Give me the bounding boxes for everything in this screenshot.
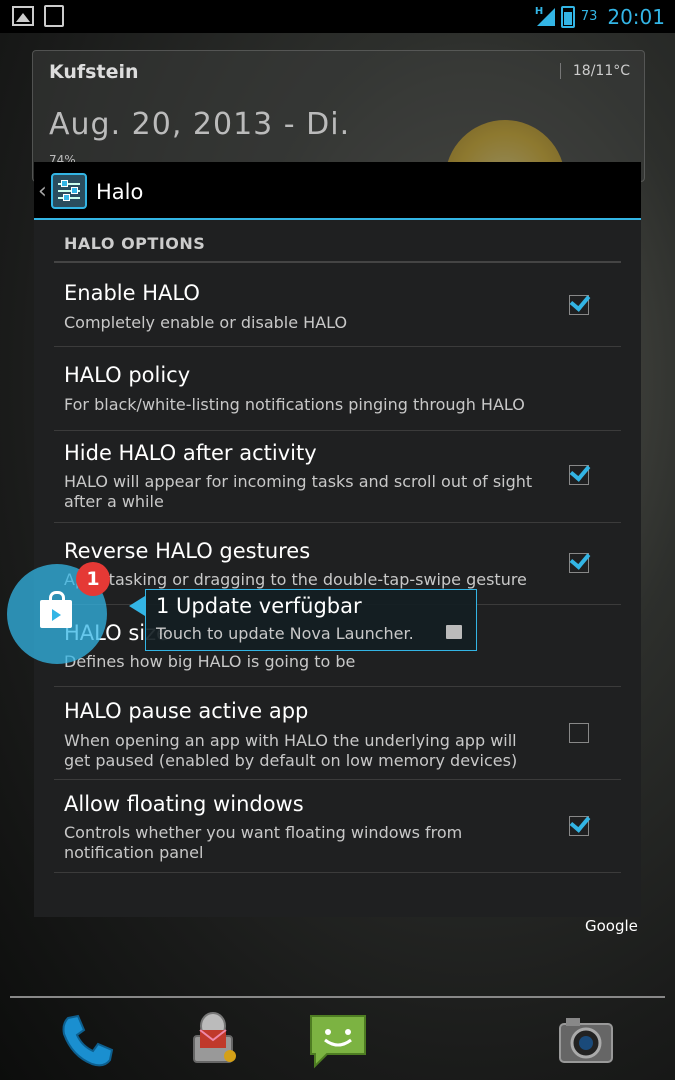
store-bag-icon (446, 625, 462, 639)
pref-title: HALO pause active app (64, 699, 309, 723)
widget-city: Kufstein (49, 61, 139, 83)
halo-settings-dialog: ‹ Halo HALO OPTIONS Enable HALO Complete… (34, 162, 641, 917)
pref-summary: Apps tasking or dragging to the double-t… (64, 570, 527, 589)
pref-summary: Controls whether you want floating windo… (64, 823, 463, 862)
pref-title: Hide HALO after activity (64, 441, 317, 465)
pref-title: Allow floating windows (64, 792, 304, 816)
floating-windows-checkbox[interactable] (569, 816, 589, 836)
notification-count-badge: 1 (76, 562, 110, 596)
battery-percent: 73 (580, 9, 598, 24)
notification-text: Touch to update Nova Launcher. (156, 624, 414, 643)
pref-summary: When opening an app with HALO the underl… (64, 731, 518, 770)
play-store-icon (40, 591, 72, 628)
store-bag-icon (44, 5, 64, 27)
settings-sliders-icon[interactable] (51, 173, 87, 209)
pref-floating-windows[interactable]: Allow floating windows Controls whether … (54, 780, 621, 873)
pref-enable-halo[interactable]: Enable HALO Completely enable or disable… (54, 263, 621, 347)
hide-halo-checkbox[interactable] (569, 465, 589, 485)
back-chevron-icon[interactable]: ‹ (38, 179, 47, 204)
pref-summary: For black/white-listing notifications pi… (64, 395, 525, 414)
enable-halo-checkbox[interactable] (569, 295, 589, 315)
section-header: HALO OPTIONS (64, 234, 206, 253)
battery-icon (560, 5, 575, 28)
pref-title: Enable HALO (64, 281, 200, 305)
notification-title: 1 Update verfügbar (156, 594, 362, 618)
bubble-pointer (129, 596, 145, 616)
pref-title: HALO policy (64, 363, 191, 387)
google-search-label[interactable]: Google (585, 917, 638, 935)
widget-date: Aug. 20, 2013 - Di. (49, 107, 351, 142)
email-icon[interactable] (186, 1010, 240, 1072)
pref-halo-policy[interactable]: HALO policy For black/white-listing noti… (54, 347, 621, 431)
phone-icon[interactable] (58, 1012, 116, 1070)
pref-summary: Completely enable or disable HALO (64, 313, 348, 332)
pref-summary: HALO will appear for incoming tasks and … (64, 472, 533, 511)
status-bar: H 73 20:01 (0, 0, 675, 33)
pref-hide-halo[interactable]: Hide HALO after activity HALO will appea… (54, 431, 621, 523)
status-clock: 20:01 (607, 4, 665, 29)
pref-title: Reverse HALO gestures (64, 539, 311, 563)
gallery-icon (12, 6, 34, 26)
signal-icon: H (535, 6, 555, 26)
messaging-icon[interactable] (309, 1012, 367, 1070)
dock-divider (10, 996, 665, 998)
pref-pause-active-app[interactable]: HALO pause active app When opening an ap… (54, 687, 621, 780)
dialog-header: ‹ Halo (34, 162, 641, 220)
widget-temperature: 18/11°C (559, 63, 630, 79)
pref-summary: Defines how big HALO is going to be (64, 652, 356, 671)
camera-icon[interactable] (558, 1014, 614, 1066)
pause-active-app-checkbox[interactable] (569, 723, 589, 743)
halo-notification-card[interactable]: 1 Update verfügbar Touch to update Nova … (145, 589, 477, 651)
reverse-gestures-checkbox[interactable] (569, 553, 589, 573)
dialog-title: Halo (96, 180, 144, 204)
